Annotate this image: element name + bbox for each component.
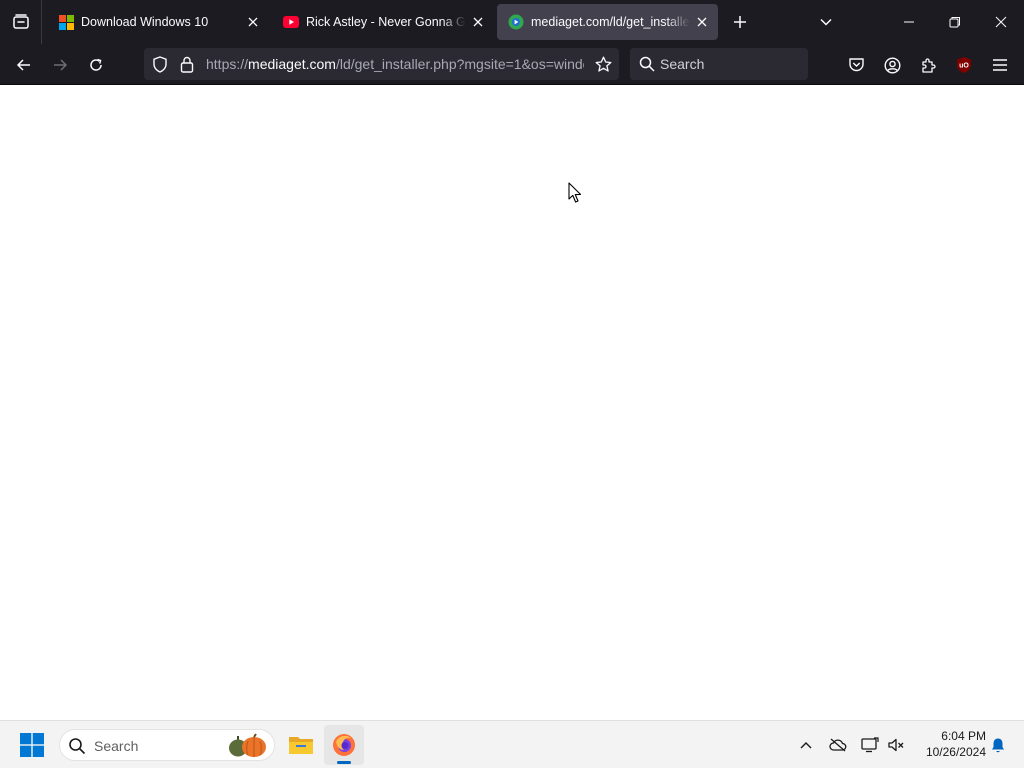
tab-mediaget[interactable]: mediaget.com/ld/get_installer.php	[497, 4, 718, 40]
bookmark-star-icon[interactable]	[594, 55, 612, 73]
hamburger-menu-icon	[993, 59, 1007, 71]
file-explorer-button[interactable]	[281, 725, 321, 765]
onedrive-tray-icon[interactable]	[826, 733, 850, 757]
navigation-toolbar: https://mediaget.com/ld/get_installer.ph…	[0, 44, 1024, 85]
search-input[interactable]	[660, 54, 800, 74]
close-icon	[995, 16, 1007, 28]
url-path: /ld/get_installer.php?mgsite=1&os=window…	[335, 56, 584, 72]
arrow-left-icon	[16, 59, 30, 71]
mouse-cursor-icon	[568, 182, 582, 203]
tab-title: Rick Astley - Never Gonna Give You Up	[306, 15, 466, 29]
reload-button[interactable]	[81, 50, 111, 80]
tab-close-icon[interactable]	[241, 10, 265, 34]
cloud-off-icon	[829, 738, 847, 752]
tab-rick-astley[interactable]: Rick Astley - Never Gonna Give You Up	[272, 4, 494, 40]
folder-icon	[289, 737, 313, 754]
chevron-down-icon	[820, 18, 832, 26]
forward-button[interactable]	[45, 50, 75, 80]
list-all-tabs-button[interactable]	[812, 8, 840, 36]
speaker-muted-icon	[888, 738, 904, 752]
page-content	[0, 85, 1024, 720]
app-menu-button[interactable]	[985, 50, 1015, 80]
monitor-network-icon	[861, 737, 879, 753]
show-hidden-icons-button[interactable]	[794, 733, 818, 757]
browser-chrome: Download Windows 10 Rick Astley - Never …	[0, 0, 1024, 85]
minimize-icon	[904, 21, 914, 23]
windows-start-icon	[20, 733, 44, 757]
clock-time: 6:04 PM	[941, 729, 986, 743]
start-button[interactable]	[12, 725, 52, 765]
close-window-button[interactable]	[978, 0, 1024, 44]
search-icon	[69, 738, 86, 755]
firefox-icon	[333, 734, 355, 756]
puzzle-icon	[921, 57, 936, 73]
address-bar[interactable]: https://mediaget.com/ld/get_installer.ph…	[144, 48, 619, 80]
taskbar: Search 6:04 PM 10/26/2024	[0, 720, 1024, 768]
lock-icon[interactable]	[178, 55, 196, 73]
url-scheme: https://	[206, 56, 249, 72]
pocket-button[interactable]	[841, 50, 871, 80]
clock-date: 10/26/2024	[925, 745, 986, 759]
firefox-taskbar-button[interactable]	[324, 725, 364, 765]
tab-title: Download Windows 10	[81, 15, 209, 29]
windows-logo-icon	[58, 14, 74, 30]
firefox-view-icon	[12, 14, 29, 29]
shield-icon[interactable]	[151, 55, 169, 73]
notifications-button[interactable]	[986, 733, 1010, 757]
chevron-up-icon	[800, 742, 812, 749]
pocket-icon	[848, 58, 864, 72]
ublock-origin-icon: uO	[957, 57, 971, 73]
arrow-right-icon	[54, 59, 68, 71]
restore-icon	[949, 17, 960, 28]
account-icon	[883, 56, 901, 74]
url-text[interactable]: https://mediaget.com/ld/get_installer.ph…	[206, 56, 584, 72]
search-icon	[639, 56, 655, 72]
firefox-view-button[interactable]	[0, 0, 42, 44]
taskbar-search-label: Search	[94, 738, 139, 754]
url-host: mediaget.com	[248, 56, 336, 72]
minimize-button[interactable]	[886, 0, 932, 44]
tab-close-icon[interactable]	[690, 10, 714, 34]
ublock-origin-button[interactable]: uO	[949, 50, 979, 80]
youtube-icon	[283, 14, 299, 30]
tab-download-windows[interactable]: Download Windows 10	[47, 4, 269, 40]
bell-icon	[992, 738, 1004, 752]
volume-tray-icon[interactable]	[884, 733, 908, 757]
tab-strip: Download Windows 10 Rick Astley - Never …	[0, 0, 1024, 44]
back-button[interactable]	[9, 50, 39, 80]
taskbar-search-box[interactable]: Search	[59, 729, 275, 761]
new-tab-button[interactable]	[726, 8, 754, 36]
tab-title: mediaget.com/ld/get_installer.php	[531, 15, 690, 29]
restore-button[interactable]	[932, 0, 978, 44]
tab-close-icon[interactable]	[466, 10, 490, 34]
search-bar[interactable]	[630, 48, 808, 80]
network-tray-icon[interactable]	[858, 733, 882, 757]
account-button[interactable]	[877, 50, 907, 80]
mediaget-icon	[508, 14, 524, 30]
search-highlight-pumpkin-icon	[229, 733, 266, 757]
extensions-button[interactable]	[913, 50, 943, 80]
ublock-badge-text: uO	[959, 63, 969, 70]
plus-icon	[734, 16, 746, 28]
reload-icon	[90, 58, 102, 71]
system-clock[interactable]: 6:04 PM 10/26/2024	[912, 728, 986, 760]
running-indicator	[337, 761, 351, 764]
